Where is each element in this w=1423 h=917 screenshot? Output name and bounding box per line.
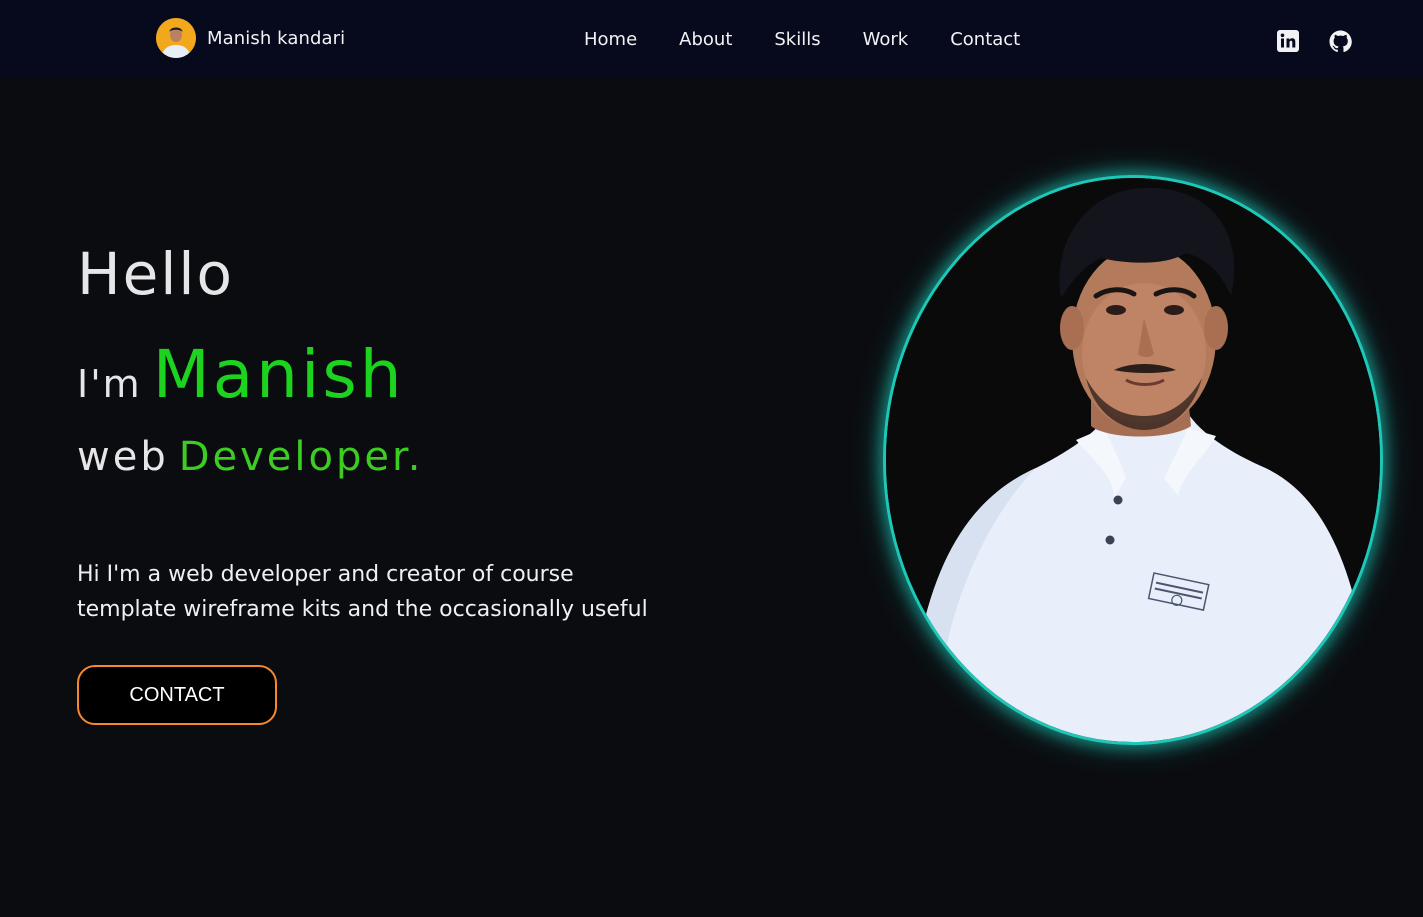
nav-link-about[interactable]: About: [679, 29, 732, 50]
github-icon[interactable]: [1327, 28, 1353, 54]
nav-link-home[interactable]: Home: [584, 29, 637, 50]
brand-name: Manish kandari: [207, 27, 346, 49]
hero-im-prefix: I'm: [77, 362, 142, 406]
hero-role-highlight: Developer.: [178, 434, 424, 480]
social-links: [1275, 28, 1353, 54]
nav-link-work[interactable]: Work: [863, 29, 909, 50]
hero-intro-line-1: Hi I'm a web developer and creator of co…: [77, 562, 574, 587]
nav-links: Home About Skills Work Contact: [584, 24, 1020, 54]
brand[interactable]: Manish kandari: [156, 18, 345, 58]
avatar: [156, 18, 196, 58]
hero-intro: Hi I'm a web developer and creator of co…: [77, 557, 737, 627]
hero-name: Manish: [152, 336, 405, 413]
hero-intro-line-2: template wireframe kits and the occasion…: [77, 597, 648, 622]
hero-name-line: I'm Manish: [77, 336, 405, 413]
hero-role-prefix: web: [77, 434, 169, 480]
linkedin-icon[interactable]: [1275, 28, 1301, 54]
hero-role-line: web Developer.: [77, 434, 423, 480]
profile-photo: [883, 175, 1383, 745]
nav-link-skills[interactable]: Skills: [774, 29, 820, 50]
contact-button[interactable]: CONTACT: [77, 665, 277, 725]
nav-link-contact[interactable]: Contact: [950, 29, 1020, 50]
hero-greeting: Hello: [77, 240, 235, 308]
navbar: Manish kandari Home About Skills Work Co…: [0, 0, 1423, 78]
